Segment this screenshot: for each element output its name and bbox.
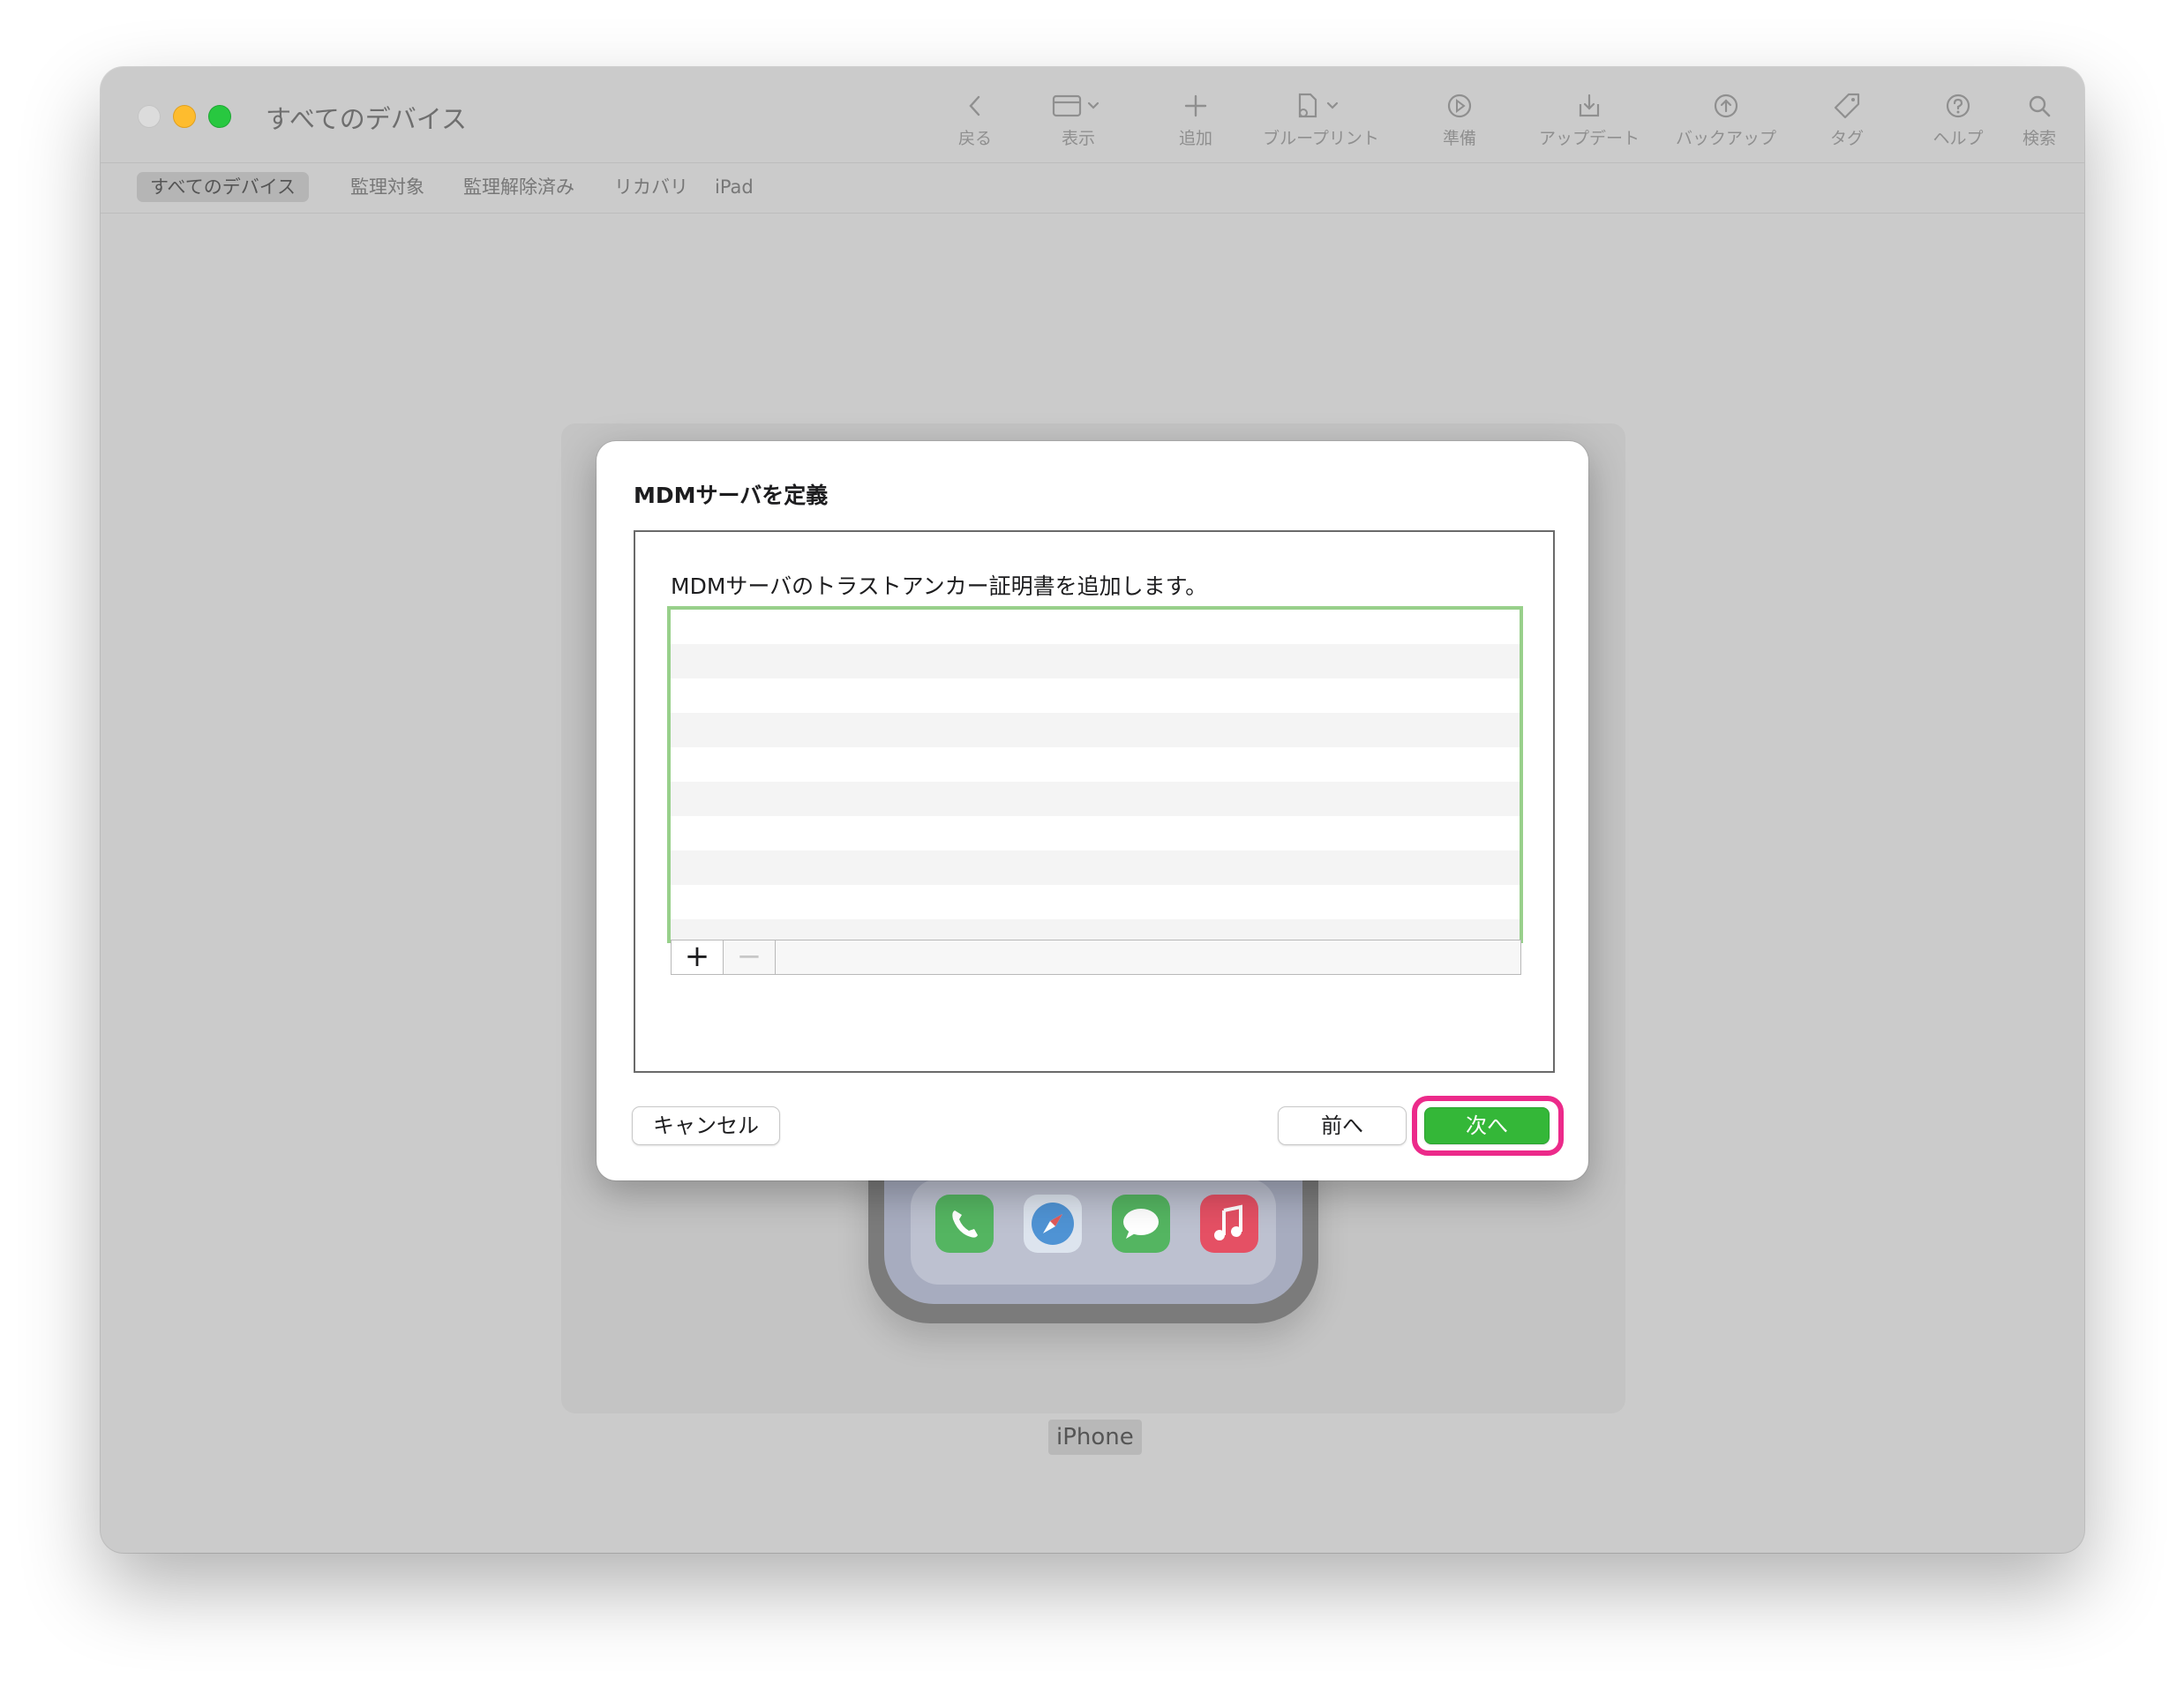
dialog-content-panel: MDMサーバのトラストアンカー証明書を追加します。 + − xyxy=(634,530,1555,1073)
music-app-icon xyxy=(1200,1195,1258,1253)
view-button[interactable]: 表示 xyxy=(1012,85,1145,150)
scope-all-devices[interactable]: すべてのデバイス xyxy=(137,172,310,202)
remove-certificate-button[interactable]: − xyxy=(724,940,776,974)
titlebar: すべてのデバイス 戻る 表示 追加 ブループリント 準備 アップデート バックア… xyxy=(101,67,2084,162)
scope-recovery[interactable]: リカバリ xyxy=(601,172,702,202)
list-row[interactable] xyxy=(671,885,1520,919)
list-row[interactable] xyxy=(671,850,1520,885)
window-title: すべてのデバイス xyxy=(266,104,467,134)
prepare-icon xyxy=(1447,94,1472,118)
view-window-icon xyxy=(1052,94,1100,117)
backup-button[interactable]: バックアップ xyxy=(1660,85,1792,150)
minimize-window-button[interactable] xyxy=(173,105,196,128)
instruction-text: MDMサーバのトラストアンカー証明書を追加します。 xyxy=(671,573,1208,599)
add-label: 追加 xyxy=(1178,129,1212,148)
chevron-left-icon xyxy=(969,95,980,116)
list-row[interactable] xyxy=(671,816,1520,850)
list-row[interactable] xyxy=(671,610,1520,644)
scope-unsupervised[interactable]: 監理解除済み xyxy=(450,172,588,202)
search-button[interactable]: 検索 xyxy=(1973,85,2084,150)
phone-app-icon xyxy=(935,1195,994,1253)
view-label: 表示 xyxy=(1061,129,1095,148)
prepare-label: 準備 xyxy=(1442,129,1476,148)
list-row[interactable] xyxy=(671,713,1520,747)
certificate-list[interactable] xyxy=(667,606,1523,943)
add-certificate-button[interactable]: + xyxy=(672,940,724,974)
search-icon xyxy=(2029,95,2051,117)
zoom-window-button[interactable] xyxy=(208,105,231,128)
backup-upload-icon xyxy=(1714,94,1738,118)
blueprint-icon xyxy=(1298,93,1339,118)
list-row[interactable] xyxy=(671,782,1520,816)
tag-icon xyxy=(1834,93,1860,119)
list-action-bar: + − xyxy=(671,940,1521,975)
define-mdm-server-dialog: MDMサーバを定義 MDMサーバのトラストアンカー証明書を追加します。 + − … xyxy=(597,441,1588,1180)
safari-app-icon xyxy=(1024,1195,1082,1253)
blueprint-label: ブループリント xyxy=(1263,129,1379,148)
previous-button[interactable]: 前へ xyxy=(1278,1106,1407,1145)
dialog-title: MDMサーバを定義 xyxy=(634,483,829,508)
scope-supervised[interactable]: 監理対象 xyxy=(337,172,438,202)
list-row[interactable] xyxy=(671,747,1520,782)
device-name-label: iPhone xyxy=(1048,1420,1142,1455)
scope-ipad[interactable]: iPad xyxy=(702,172,767,202)
messages-app-icon xyxy=(1112,1195,1170,1253)
add-button[interactable]: 追加 xyxy=(1130,85,1262,150)
blueprint-button[interactable]: ブループリント xyxy=(1255,85,1387,150)
download-tray-icon xyxy=(1579,94,1600,117)
scope-bar: すべてのデバイス 監理対象 監理解除済み リカバリ iPad xyxy=(101,162,2084,214)
iphone-dock xyxy=(911,1179,1276,1285)
search-label: 検索 xyxy=(2022,129,2056,148)
next-button[interactable]: 次へ xyxy=(1424,1107,1550,1144)
help-question-icon xyxy=(1946,94,1970,118)
update-label: アップデート xyxy=(1538,129,1640,148)
cancel-button[interactable]: キャンセル xyxy=(632,1106,780,1145)
list-row[interactable] xyxy=(671,644,1520,678)
close-window-button[interactable] xyxy=(138,105,161,128)
list-row[interactable] xyxy=(671,678,1520,713)
update-button[interactable]: アップデート xyxy=(1523,85,1655,150)
backup-label: バックアップ xyxy=(1675,129,1776,148)
prepare-button[interactable]: 準備 xyxy=(1393,85,1526,150)
plus-icon xyxy=(1184,94,1207,117)
